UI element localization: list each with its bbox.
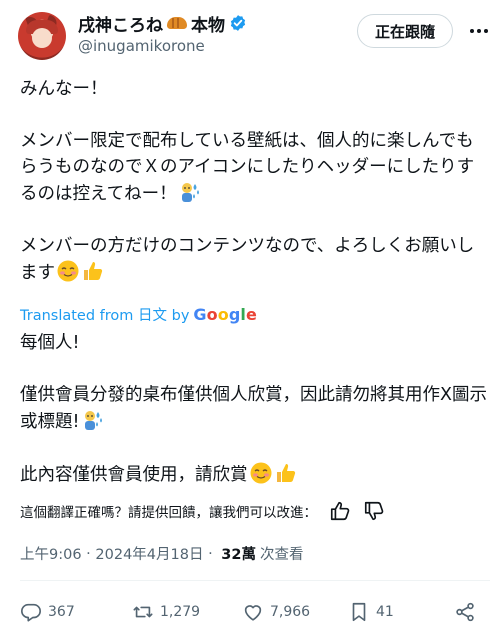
translated-from-link[interactable]: Translated from 日文 by Google — [20, 304, 257, 325]
tweet-meta: 上午9:06 · 2024年4月18日 · 32萬 次查看 — [20, 543, 303, 564]
tweet-line: みんなー！ — [20, 79, 108, 99]
following-button[interactable]: 正在跟隨 — [357, 14, 453, 48]
tweet-text: みんなー！ メンバー限定で配布している壁紙は、個人的に楽しんでもらうものなのでＸ… — [20, 76, 490, 286]
display-name[interactable]: 戌神ころね — [78, 11, 163, 36]
translated-from-label: Translated from 日文 by — [20, 308, 190, 324]
divider — [20, 580, 490, 581]
action-bar: 367 1,279 7,966 41 — [20, 598, 490, 626]
translation-line: 此內容僅供會員使用，請欣賞 — [20, 465, 248, 485]
smiling-face-emoji — [56, 259, 80, 283]
reply-icon — [21, 603, 41, 622]
repost-button[interactable]: 1,279 — [132, 598, 200, 626]
thumbs-up-icon[interactable] — [329, 500, 351, 522]
translation-paragraph: 僅供會員分發的桌布僅供個人欣賞，因此請勿將其用作X圖示或標題! — [20, 382, 490, 435]
sweat-person-emoji — [178, 180, 202, 204]
translation-line: 每個人! — [20, 333, 80, 353]
share-button[interactable] — [454, 598, 476, 626]
thumbs-up-emoji — [274, 461, 298, 485]
bookmark-count: 41 — [376, 604, 394, 620]
repost-icon — [133, 606, 153, 618]
meta-separator: · — [203, 545, 218, 562]
translated-text: 每個人! 僅供會員分發的桌布僅供個人欣賞，因此請勿將其用作X圖示或標題! 此內容… — [20, 330, 490, 488]
view-count: 32萬 — [221, 547, 256, 563]
reply-button[interactable]: 367 — [20, 598, 75, 626]
meta-separator: · — [81, 545, 96, 562]
display-name-suffix[interactable]: 本物 — [191, 11, 225, 36]
smiling-face-emoji — [249, 461, 273, 485]
author-handle[interactable]: @inugamikorone — [78, 37, 205, 55]
like-button[interactable]: 7,966 — [242, 598, 310, 626]
tweet-paragraph: メンバー限定で配布している壁紙は、個人的に楽しんでもらうものなのでＸのアイコンに… — [20, 128, 490, 207]
translation-feedback: 這個翻譯正確嗎？請提供回饋，讓我們可以改進： — [20, 500, 385, 522]
tweet-header: 戌神ころね 本物 @inugamikorone 正在跟隨 — [0, 0, 503, 72]
feedback-prompt: 這個翻譯正確嗎？請提供回饋，讓我們可以改進： — [20, 505, 317, 521]
verified-badge-icon[interactable] — [229, 14, 247, 32]
translation-paragraph: 此內容僅供會員使用，請欣賞 — [20, 461, 490, 488]
repost-count: 1,279 — [160, 604, 201, 620]
bookmark-icon — [352, 602, 366, 622]
share-icon — [456, 602, 474, 622]
like-count: 7,966 — [270, 604, 311, 620]
more-icon[interactable] — [466, 18, 492, 44]
thumbs-up-emoji — [81, 259, 105, 283]
tweet-paragraph: メンバーの方だけのコンテンツなので、よろしくお願いします — [20, 233, 490, 286]
croissant-icon — [167, 15, 187, 31]
view-count-label: 次查看 — [259, 547, 304, 563]
sweat-person-emoji — [81, 408, 105, 432]
thumbs-down-icon[interactable] — [363, 500, 385, 522]
reply-count: 367 — [48, 604, 75, 620]
tweet-date[interactable]: 2024年4月18日 — [95, 543, 203, 564]
google-logo: Google — [193, 305, 257, 324]
bookmark-button[interactable]: 41 — [348, 598, 394, 626]
author-name-row[interactable]: 戌神ころね 本物 — [78, 11, 247, 36]
like-icon — [244, 605, 262, 621]
tweet-time[interactable]: 上午9:06 — [20, 543, 82, 564]
avatar[interactable] — [18, 12, 66, 60]
tweet-line: メンバー限定で配布している壁紙は、個人的に楽しんでもらうものなのでＸのアイコンに… — [20, 131, 475, 204]
